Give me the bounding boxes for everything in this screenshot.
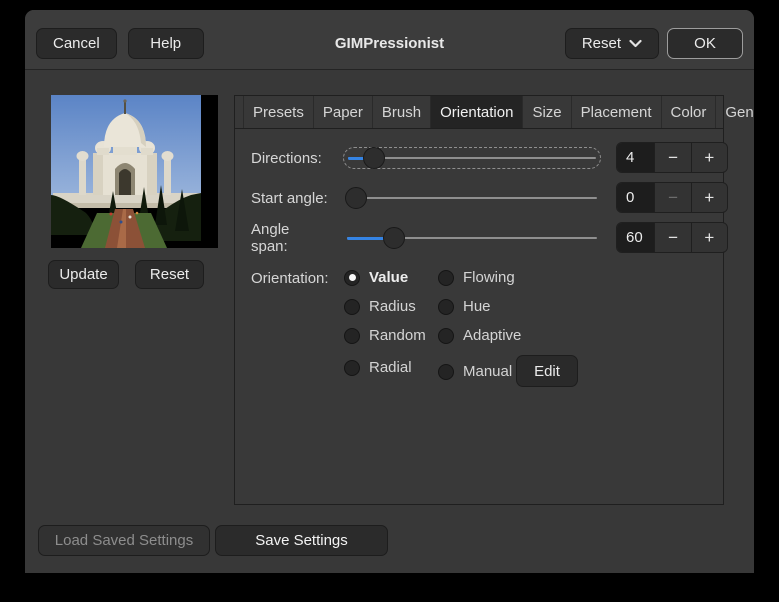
taj-mahal-thumbnail: [51, 95, 218, 248]
radio-random[interactable]: Random: [344, 327, 426, 344]
radio-radius-label: Radius: [369, 298, 416, 315]
radio-off-icon: [344, 327, 360, 344]
radio-radial-label: Radial: [369, 359, 412, 376]
radio-adaptive[interactable]: Adaptive: [438, 327, 521, 344]
directions-slider[interactable]: [343, 147, 601, 169]
tab-paper[interactable]: Paper: [314, 96, 373, 128]
radio-radius[interactable]: Radius: [344, 298, 416, 315]
slider-handle[interactable]: [383, 227, 405, 249]
directions-row: Directions: 4 − +: [251, 142, 728, 174]
minus-icon[interactable]: −: [654, 223, 691, 252]
preview-reset-button[interactable]: Reset: [135, 260, 204, 289]
cancel-button[interactable]: Cancel: [36, 28, 117, 59]
reset-dropdown-button[interactable]: Reset: [564, 28, 659, 59]
start-angle-label: Start angle:: [251, 189, 328, 207]
titlebar-left: Cancel Help: [36, 28, 204, 59]
radio-off-icon: [344, 359, 360, 376]
angle-span-row: Angle span: 60 − +: [251, 221, 728, 255]
radio-flowing-label: Flowing: [463, 269, 515, 286]
start-angle-slider[interactable]: [343, 187, 601, 209]
preview-image: [51, 95, 218, 248]
chevron-down-icon: [629, 39, 642, 48]
radio-adaptive-label: Adaptive: [463, 327, 522, 344]
angle-span-spinbutton: 60 − +: [616, 222, 728, 253]
tab-bar: Presets Paper Brush Orientation Size Pla…: [235, 96, 754, 129]
tab-orientation[interactable]: Orientation: [431, 96, 524, 128]
radio-value[interactable]: Value: [344, 269, 408, 286]
gimpressionist-dialog: Cancel Help GIMPressionist Reset OK Upda…: [25, 10, 754, 573]
minus-icon[interactable]: −: [654, 183, 691, 212]
start-angle-row: Start angle: 0 − +: [251, 182, 728, 214]
slider-track: [348, 157, 596, 159]
radio-flowing[interactable]: Flowing: [438, 269, 515, 286]
help-button[interactable]: Help: [127, 28, 204, 59]
radio-off-icon: [344, 298, 360, 315]
tab-presets[interactable]: Presets: [243, 96, 314, 128]
reset-dropdown-label: Reset: [581, 35, 621, 52]
tab-placement[interactable]: Placement: [572, 96, 662, 128]
radio-hue-label: Hue: [463, 298, 491, 315]
radio-manual[interactable]: Manual: [438, 363, 512, 380]
orientation-pane: Directions: 4 − + Start angle: 0 − + Ang…: [235, 129, 728, 504]
edit-button[interactable]: Edit: [516, 355, 578, 387]
angle-span-slider[interactable]: [343, 227, 601, 249]
load-saved-settings-button[interactable]: Load Saved Settings: [38, 525, 210, 556]
tab-size[interactable]: Size: [523, 96, 572, 128]
save-settings-button[interactable]: Save Settings: [215, 525, 388, 556]
radio-on-icon: [344, 269, 360, 286]
radio-off-icon: [438, 327, 454, 344]
start-angle-spinbutton: 0 − +: [616, 182, 728, 213]
angle-span-value[interactable]: 60: [617, 223, 655, 252]
radio-off-icon: [438, 363, 454, 380]
orientation-label: Orientation:: [251, 270, 329, 287]
directions-label: Directions:: [251, 149, 322, 167]
ok-button[interactable]: OK: [667, 28, 743, 59]
start-angle-value[interactable]: 0: [617, 183, 655, 212]
plus-icon[interactable]: +: [690, 143, 727, 172]
tab-brush[interactable]: Brush: [373, 96, 432, 128]
slider-handle[interactable]: [345, 187, 367, 209]
update-button[interactable]: Update: [48, 260, 119, 289]
plus-icon[interactable]: +: [690, 183, 727, 212]
titlebar: Cancel Help GIMPressionist Reset OK: [25, 10, 754, 70]
radio-off-icon: [438, 269, 454, 286]
radio-radial[interactable]: Radial: [344, 359, 412, 376]
titlebar-right: Reset OK: [564, 28, 743, 59]
radio-random-label: Random: [369, 327, 426, 344]
settings-notebook: Presets Paper Brush Orientation Size Pla…: [234, 95, 754, 505]
slider-handle[interactable]: [363, 147, 385, 169]
directions-spinbutton: 4 − +: [616, 142, 728, 173]
directions-value[interactable]: 4: [617, 143, 655, 172]
tab-color[interactable]: Color: [662, 96, 717, 128]
minus-icon[interactable]: −: [654, 143, 691, 172]
plus-icon[interactable]: +: [690, 223, 727, 252]
radio-hue[interactable]: Hue: [438, 298, 491, 315]
radio-manual-label: Manual: [463, 363, 513, 380]
tab-general[interactable]: General: [716, 96, 754, 128]
slider-track: [347, 197, 597, 199]
angle-span-label: Angle span:: [251, 221, 290, 255]
radio-off-icon: [438, 298, 454, 315]
radio-value-label: Value: [369, 269, 409, 286]
